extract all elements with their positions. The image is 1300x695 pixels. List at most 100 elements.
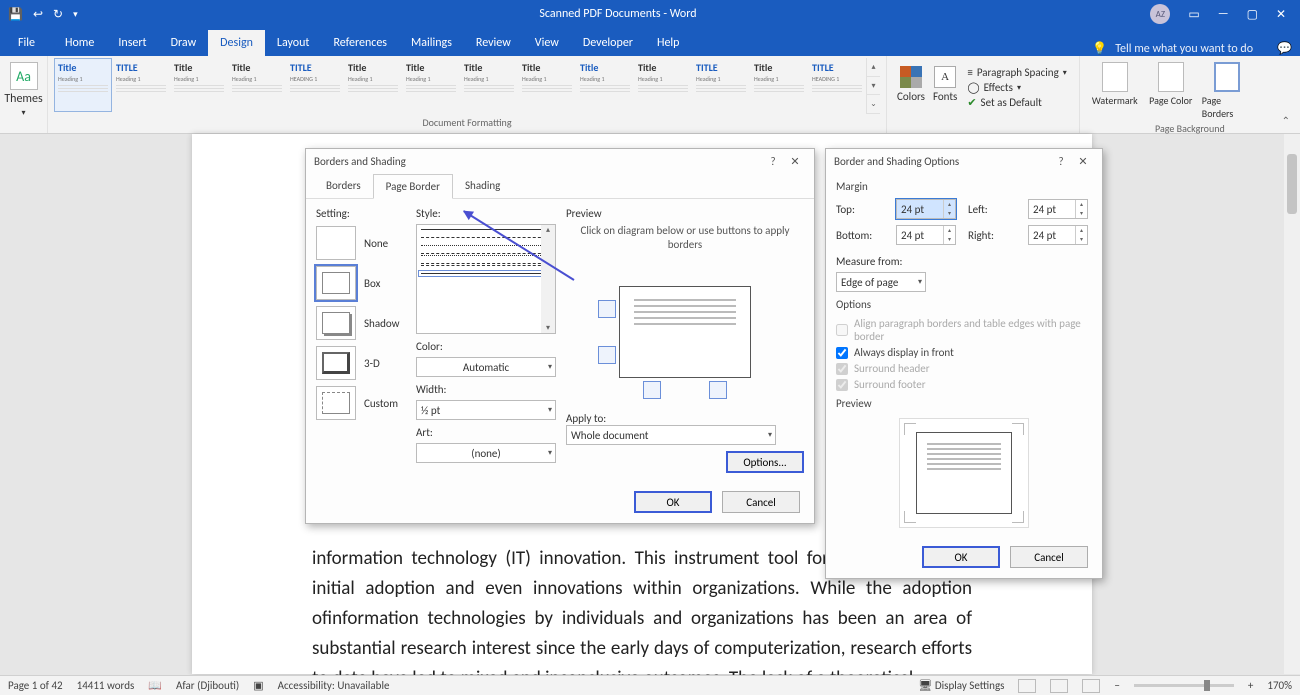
tab-home[interactable]: Home — [53, 30, 106, 56]
style-set-thumb[interactable]: TitleHeading 1 — [518, 58, 576, 112]
style-set-thumb[interactable]: TitleHeading 1 — [460, 58, 518, 112]
effects-button[interactable]: ◯Effects▾ — [967, 81, 1066, 94]
left-margin-input[interactable]: 24 pt▴▾ — [1028, 199, 1088, 219]
style-set-thumb[interactable]: TitleHeading 1 — [634, 58, 692, 112]
help-icon[interactable]: ? — [1050, 155, 1072, 168]
tab-mailings[interactable]: Mailings — [399, 30, 464, 56]
word-count[interactable]: 14411 words — [77, 679, 135, 692]
vertical-scrollbar[interactable] — [1284, 134, 1300, 674]
style-set-thumb[interactable]: TITLEHeading 1 — [692, 58, 750, 112]
tab-references[interactable]: References — [321, 30, 399, 56]
accessibility-indicator[interactable]: Accessibility: Unavailable — [278, 679, 390, 692]
setting-box[interactable]: Box — [316, 266, 406, 300]
bottom-margin-input[interactable]: 24 pt▴▾ — [896, 225, 956, 245]
paragraph-spacing-button[interactable]: ≡Paragraph Spacing▾ — [967, 66, 1066, 79]
fonts-button[interactable]: AFonts — [929, 62, 961, 113]
options-button[interactable]: Options... — [726, 451, 804, 473]
minimize-icon[interactable]: — — [1218, 7, 1229, 21]
zoom-slider[interactable] — [1134, 684, 1234, 687]
style-set-thumb[interactable]: TitleHeading 1 — [402, 58, 460, 112]
redo-icon[interactable]: ↻ — [53, 7, 63, 22]
bottom-edge-button[interactable] — [598, 346, 616, 364]
style-set-thumb[interactable]: TitleHeading 1 — [576, 58, 634, 112]
help-icon[interactable]: ? — [762, 155, 784, 168]
spellcheck-icon[interactable]: 📖 — [148, 679, 162, 692]
colors-button[interactable]: Colors — [893, 62, 929, 113]
tell-me-search[interactable]: 💡 Tell me what you want to do — [1092, 41, 1269, 56]
tab-design[interactable]: Design — [208, 30, 265, 56]
cancel-button[interactable]: Cancel — [1010, 546, 1088, 568]
style-set-thumb[interactable]: TITLEHEADING 1 — [808, 58, 866, 112]
measure-from-combo[interactable]: Edge of page▾ — [836, 272, 926, 292]
page-borders-button[interactable]: Page Borders — [1202, 62, 1252, 120]
tab-view[interactable]: View — [523, 30, 571, 56]
print-layout-icon[interactable] — [1050, 679, 1068, 693]
tab-shading[interactable]: Shading — [453, 174, 512, 198]
style-set-thumb[interactable]: TitleHeading 1 — [344, 58, 402, 112]
share-icon[interactable]: 💬 — [1269, 41, 1300, 56]
art-combo[interactable]: (none)▾ — [416, 443, 556, 463]
qat-more-icon[interactable]: ▾ — [73, 9, 78, 20]
maximize-icon[interactable]: ▢ — [1247, 7, 1258, 22]
setting-3d[interactable]: 3-D — [316, 346, 406, 380]
collapse-ribbon-icon[interactable]: ⌃ — [1282, 114, 1290, 127]
setting-custom[interactable]: Custom — [316, 386, 406, 420]
gallery-scroll[interactable]: ▴▾⌄ — [866, 58, 880, 114]
user-avatar[interactable]: AZ — [1150, 4, 1170, 24]
watermark-button[interactable]: Watermark — [1090, 62, 1140, 120]
save-icon[interactable]: 💾 — [8, 7, 23, 22]
style-set-thumb[interactable]: TITLEHeading 1 — [112, 58, 170, 112]
chk-surround-header: Surround header — [836, 362, 1092, 375]
read-mode-icon[interactable] — [1018, 679, 1036, 693]
setting-shadow[interactable]: Shadow — [316, 306, 406, 340]
right-margin-input[interactable]: 24 pt▴▾ — [1028, 225, 1088, 245]
language-indicator[interactable]: Afar (Djibouti) — [176, 679, 239, 692]
style-set-thumb[interactable]: TitleHeading 1 — [750, 58, 808, 112]
style-set-thumb[interactable]: TitleHeading 1 — [170, 58, 228, 112]
tab-help[interactable]: Help — [645, 30, 692, 56]
themes-button[interactable]: Aa Themes ▾ — [6, 58, 41, 122]
tab-page-border[interactable]: Page Border — [373, 174, 453, 199]
preview-diagram[interactable] — [595, 262, 775, 402]
tab-borders[interactable]: Borders — [314, 174, 373, 198]
close-icon[interactable]: ✕ — [1276, 7, 1286, 22]
tab-insert[interactable]: Insert — [106, 30, 158, 56]
chk-display-front[interactable]: Always display in front — [836, 346, 1092, 359]
tab-file[interactable]: File — [6, 30, 47, 56]
style-set-thumb[interactable]: TitleHeading 1 — [54, 58, 112, 112]
left-edge-button[interactable] — [643, 381, 661, 399]
set-as-default-button[interactable]: ✔Set as Default — [967, 96, 1066, 109]
tab-developer[interactable]: Developer — [571, 30, 645, 56]
tab-layout[interactable]: Layout — [265, 30, 322, 56]
zoom-out-icon[interactable]: − — [1114, 679, 1119, 692]
page-color-button[interactable]: Page Color — [1146, 62, 1196, 120]
ribbon-display-icon[interactable]: ▭ — [1188, 7, 1199, 22]
themes-label: Themes — [4, 92, 42, 106]
top-edge-button[interactable] — [598, 300, 616, 318]
cancel-button[interactable]: Cancel — [722, 491, 800, 513]
right-edge-button[interactable] — [709, 381, 727, 399]
tab-draw[interactable]: Draw — [159, 30, 209, 56]
close-icon[interactable]: ✕ — [784, 155, 806, 168]
style-listbox[interactable]: ▴▾ — [416, 224, 556, 334]
top-margin-input[interactable]: 24 pt▴▾ — [896, 199, 956, 219]
web-layout-icon[interactable] — [1082, 679, 1100, 693]
macro-icon[interactable]: ▣ — [253, 679, 263, 692]
preview-label: Preview — [566, 207, 804, 220]
zoom-in-icon[interactable]: + — [1248, 679, 1253, 692]
style-set-thumb[interactable]: TITLEHEADING 1 — [286, 58, 344, 112]
apply-to-combo[interactable]: Whole document▾ — [566, 425, 776, 445]
style-set-thumb[interactable]: TitleHeading 1 — [228, 58, 286, 112]
undo-icon[interactable]: ↩ — [33, 7, 43, 22]
tab-review[interactable]: Review — [464, 30, 523, 56]
ok-button[interactable]: OK — [634, 491, 712, 513]
color-combo[interactable]: Automatic▾ — [416, 357, 556, 377]
setting-none[interactable]: None — [316, 226, 406, 260]
ok-button[interactable]: OK — [922, 546, 1000, 568]
width-combo[interactable]: ½ pt▾ — [416, 400, 556, 420]
display-settings[interactable]: 🖥 Display Settings — [918, 679, 1004, 692]
page-indicator[interactable]: Page 1 of 42 — [8, 679, 63, 692]
close-icon[interactable]: ✕ — [1072, 155, 1094, 168]
zoom-level[interactable]: 170% — [1267, 679, 1292, 692]
document-formatting-gallery[interactable]: TitleHeading 1 TITLEHeading 1 TitleHeadi… — [54, 58, 880, 114]
